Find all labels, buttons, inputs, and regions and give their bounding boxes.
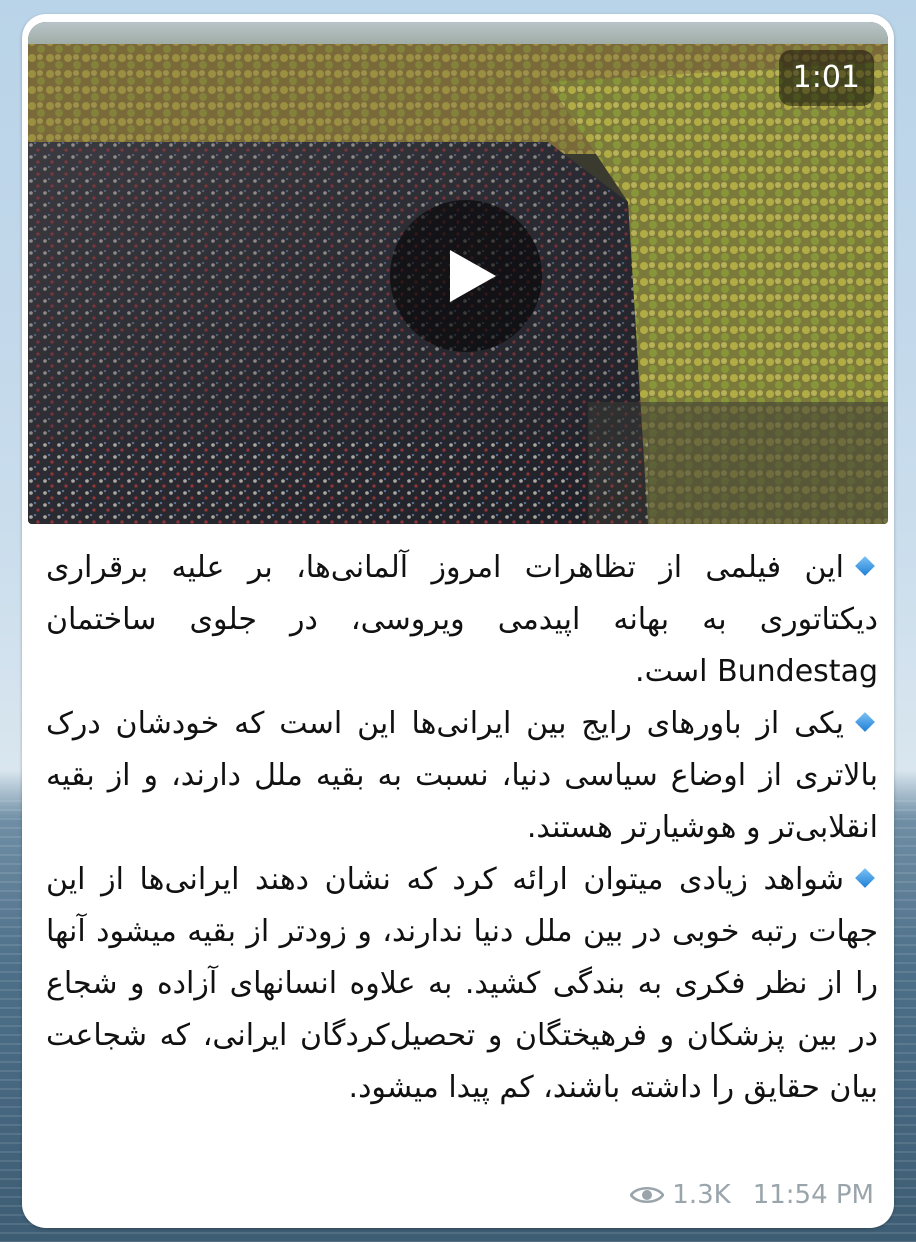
blue-diamond-icon — [855, 712, 875, 732]
video-duration-badge: 1:01 — [778, 50, 874, 106]
paragraph-2-text: یکی از باورهای رایج بین ایرانی‌ها این اس… — [46, 706, 878, 845]
eye-icon — [630, 1186, 665, 1204]
post-meta: 1.3K 11:54 PM — [630, 1178, 874, 1212]
post-time: 11:54 PM — [752, 1180, 874, 1210]
view-count: 1.3K — [672, 1180, 731, 1210]
blue-diamond-icon — [855, 868, 875, 888]
video-player[interactable]: 1:01 — [28, 22, 888, 524]
blue-diamond-icon — [855, 556, 875, 576]
paragraph-3-text: شواهد زیادی میتوان ارائه کرد که نشان دهن… — [46, 862, 878, 1105]
paragraph-1-text: این فیلمی از تظاهرات امروز آلمانی‌ها، بر… — [46, 550, 878, 689]
post-text: این فیلمی از تظاهرات امروز آلمانی‌ها، بر… — [46, 542, 878, 1114]
channel-post-bubble[interactable]: 1:01 این فیلمی از تظاهرات امروز آلمانی‌ه… — [22, 14, 894, 1228]
play-icon — [450, 250, 496, 302]
play-button[interactable] — [390, 200, 542, 352]
paragraph-3: شواهد زیادی میتوان ارائه کرد که نشان دهن… — [46, 854, 878, 1114]
paragraph-1: این فیلمی از تظاهرات امروز آلمانی‌ها، بر… — [46, 542, 878, 698]
paragraph-2: یکی از باورهای رایج بین ایرانی‌ها این اس… — [46, 698, 878, 854]
